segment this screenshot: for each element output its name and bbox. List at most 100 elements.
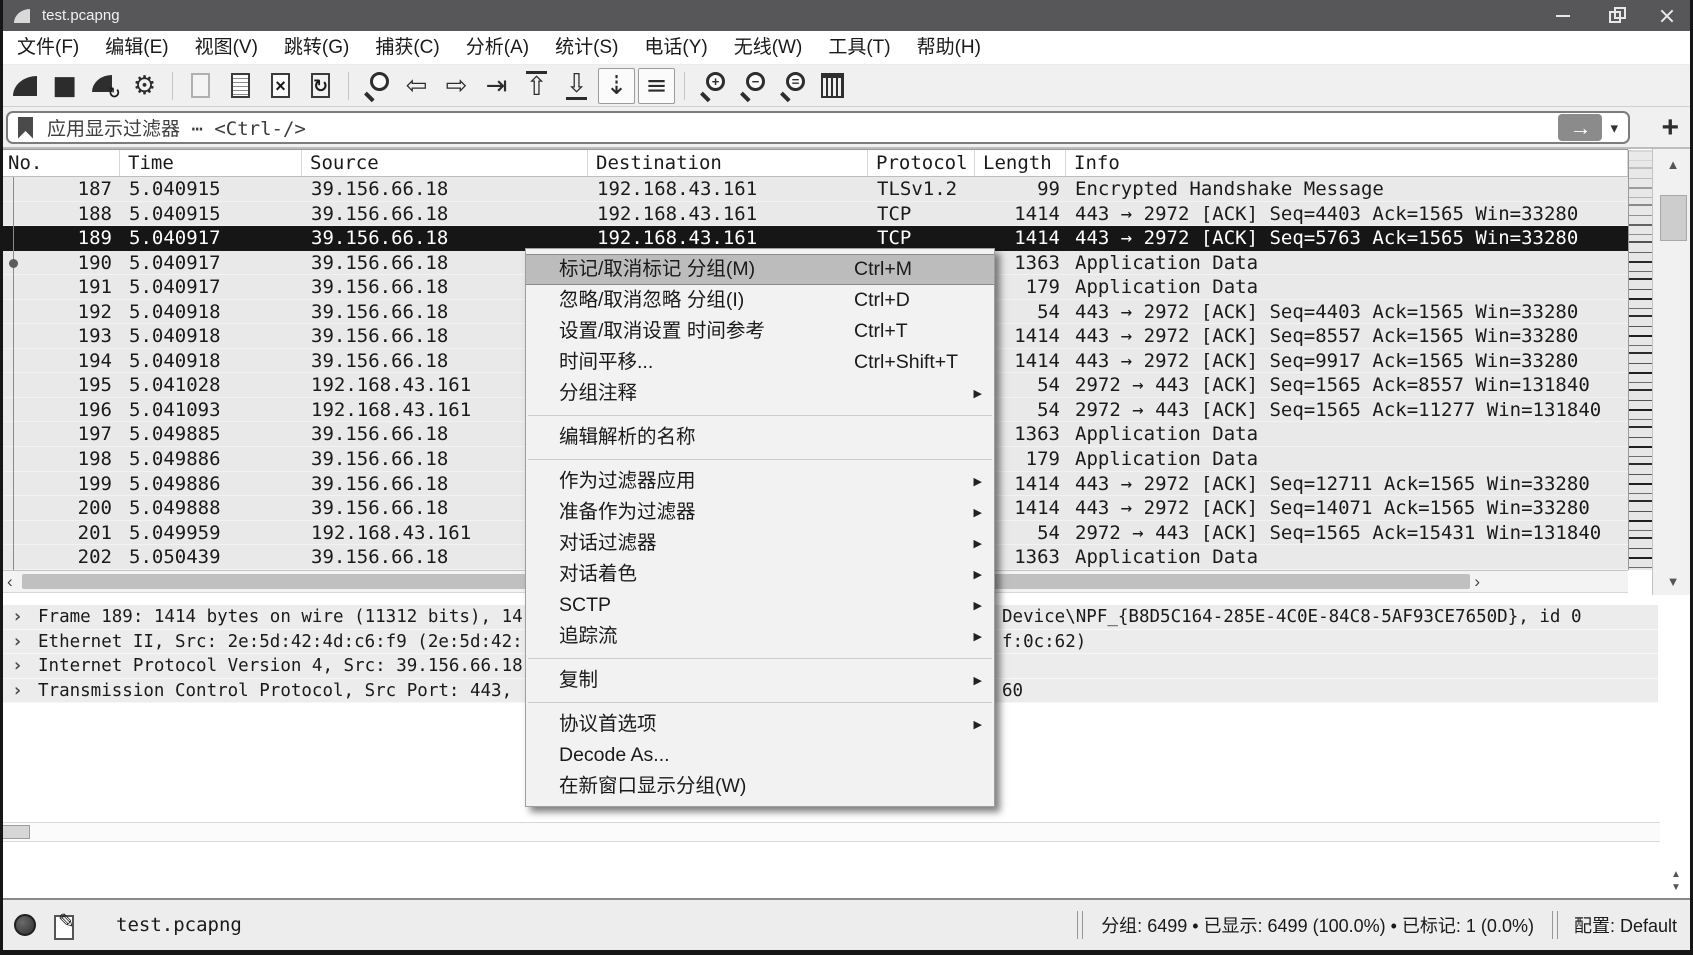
menubar-item-9[interactable]: 无线(W) — [721, 31, 816, 65]
intelligent-scrollbar-minimap[interactable] — [1628, 150, 1652, 570]
context-menu-item[interactable]: 对话过滤器▶ — [526, 528, 994, 559]
context-menu-item[interactable]: 设置/取消设置 时间参考Ctrl+T — [526, 316, 994, 347]
context-menu-item[interactable]: SCTP▶ — [526, 590, 994, 621]
last-packet-icon[interactable]: ⇩ — [558, 68, 595, 104]
menubar-item-2[interactable]: 编辑(E) — [92, 31, 181, 65]
scroll-right-icon[interactable]: › — [1474, 571, 1480, 592]
document-shape: ↻ — [311, 73, 330, 98]
context-menu-item[interactable]: 协议首选项▶ — [526, 709, 994, 740]
close-file-icon[interactable]: × — [262, 68, 299, 104]
reload-file-icon[interactable]: ↻ — [302, 68, 339, 104]
shark-fin-shape — [13, 76, 37, 96]
detail-scroll-spinner[interactable]: ▲ ▼ — [1664, 868, 1688, 894]
menubar-item-7[interactable]: 统计(S) — [542, 31, 631, 65]
context-menu-item[interactable]: 编辑解析的名称 — [526, 422, 994, 453]
detail-horizontal-scrollbar[interactable] — [0, 822, 1660, 842]
column-header-time[interactable]: Time — [120, 150, 302, 176]
add-filter-button[interactable]: + — [1661, 109, 1679, 147]
open-file-icon[interactable] — [222, 68, 259, 104]
previous-packet-icon[interactable]: ⇦ — [398, 68, 435, 104]
context-menu-item[interactable]: 作为过滤器应用▶ — [526, 466, 994, 497]
menubar-item-5[interactable]: 捕获(C) — [362, 31, 452, 65]
filter-bookmark-icon[interactable] — [18, 117, 33, 139]
packet-row[interactable]: 1885.04091539.156.66.18192.168.43.161TCP… — [0, 202, 1628, 227]
status-separator — [1552, 911, 1558, 939]
zoom-reset-icon[interactable]: = — [774, 68, 811, 104]
menubar-item-10[interactable]: 工具(T) — [815, 31, 903, 65]
expander-icon[interactable]: › — [12, 605, 23, 630]
find-packet-icon[interactable] — [358, 68, 395, 104]
minimize-icon — [1556, 15, 1570, 17]
toolbar-separator — [172, 72, 173, 100]
submenu-arrow-icon: ▶ — [974, 710, 982, 741]
expander-icon[interactable]: › — [12, 679, 23, 704]
column-header-no[interactable]: No. — [0, 150, 120, 176]
start-capture-icon[interactable] — [6, 68, 43, 104]
expander-icon[interactable]: › — [12, 654, 23, 679]
column-header-source[interactable]: Source — [302, 150, 588, 176]
menubar: 文件(F)编辑(E)视图(V)跳转(G)捕获(C)分析(A)统计(S)电话(Y)… — [0, 31, 1693, 65]
menu-separator — [528, 459, 992, 460]
magnifier-shape — [363, 72, 390, 99]
vertical-scrollbar-thumb[interactable] — [1660, 195, 1687, 241]
scroll-down-icon[interactable]: ▼ — [1653, 574, 1693, 589]
column-header-protocol[interactable]: Protocol — [868, 150, 975, 176]
context-menu-item[interactable]: 追踪流▶ — [526, 621, 994, 652]
zoom-out-icon[interactable]: − — [734, 68, 771, 104]
filter-dropdown-caret-icon[interactable]: ▾ — [1602, 119, 1628, 137]
context-menu-item[interactable]: 复制▶ — [526, 665, 994, 696]
scroll-up-icon[interactable]: ▲ — [1653, 157, 1693, 172]
menu-separator — [528, 415, 992, 416]
context-menu-item[interactable]: 忽略/取消忽略 分组(I)Ctrl+D — [526, 285, 994, 316]
submenu-arrow-icon: ▶ — [974, 622, 982, 653]
column-header-length[interactable]: Length — [975, 150, 1066, 176]
spinner-up-icon[interactable]: ▲ — [1664, 868, 1688, 881]
column-header-destination[interactable]: Destination — [588, 150, 868, 176]
document-shape — [231, 73, 250, 98]
context-menu-item[interactable]: 分组注释▶ — [526, 378, 994, 409]
context-menu-item[interactable]: 对话着色▶ — [526, 559, 994, 590]
magnifier-shape: + — [699, 72, 726, 99]
context-menu-item[interactable]: Decode As... — [526, 740, 994, 771]
detail-scrollbar-thumb[interactable] — [2, 825, 30, 839]
autoscroll-icon[interactable]: ⇣ — [598, 68, 635, 104]
close-button[interactable] — [1641, 0, 1693, 31]
menubar-item-11[interactable]: 帮助(H) — [904, 31, 994, 65]
packet-list-vertical-scrollbar[interactable]: ▲ ▼ — [1652, 149, 1693, 595]
pencil-icon: ✎ — [58, 909, 75, 933]
display-filter-input[interactable]: 应用显示过滤器 ⋯ <Ctrl-/> → ▾ — [6, 111, 1630, 144]
menubar-item-3[interactable]: 视图(V) — [182, 31, 271, 65]
stop-capture-icon[interactable]: ■ — [46, 68, 83, 104]
goto-packet-icon[interactable]: ⇥ — [478, 68, 515, 104]
scroll-left-icon[interactable]: ‹ — [7, 571, 13, 592]
minimize-button[interactable] — [1537, 0, 1589, 31]
context-menu-item[interactable]: 标记/取消标记 分组(M)Ctrl+M — [526, 254, 994, 285]
packet-row[interactable]: 1875.04091539.156.66.18192.168.43.161TLS… — [0, 177, 1628, 202]
menubar-item-4[interactable]: 跳转(G) — [271, 31, 362, 65]
column-header-info[interactable]: Info — [1066, 150, 1628, 176]
spinner-down-icon[interactable]: ▼ — [1664, 881, 1688, 894]
apply-filter-button[interactable]: → — [1558, 114, 1602, 141]
menubar-item-1[interactable]: 文件(F) — [4, 31, 92, 65]
capture-options-icon[interactable]: ⚙ — [126, 68, 163, 104]
submenu-arrow-icon: ▶ — [974, 560, 982, 591]
context-menu-item[interactable]: 时间平移...Ctrl+Shift+T — [526, 347, 994, 378]
menubar-item-8[interactable]: 电话(Y) — [631, 31, 720, 65]
packet-row[interactable]: 1895.04091739.156.66.18192.168.43.161TCP… — [0, 226, 1628, 251]
restore-button[interactable] — [1589, 0, 1641, 31]
menubar-item-6[interactable]: 分析(A) — [453, 31, 542, 65]
context-menu-item[interactable]: 在新窗口显示分组(W) — [526, 771, 994, 802]
status-profile[interactable]: 配置: Default — [1574, 912, 1677, 938]
zoom-in-icon[interactable]: + — [694, 68, 731, 104]
next-packet-icon[interactable]: ⇨ — [438, 68, 475, 104]
first-packet-icon[interactable]: ⇧ — [518, 68, 555, 104]
restart-capture-icon[interactable]: ↻ — [86, 68, 123, 104]
capture-comment-icon[interactable]: ✎ — [52, 911, 78, 939]
status-packet-stats: 分组: 6499 • 已显示: 6499 (100.0%) • 已标记: 1 (… — [1101, 912, 1534, 938]
expert-info-icon[interactable] — [14, 914, 36, 936]
colorize-icon[interactable]: ≡ — [638, 68, 675, 104]
context-menu-item[interactable]: 准备作为过滤器▶ — [526, 497, 994, 528]
resize-columns-icon[interactable] — [814, 68, 851, 104]
expander-icon[interactable]: › — [12, 630, 23, 655]
submenu-arrow-icon: ▶ — [974, 379, 982, 410]
